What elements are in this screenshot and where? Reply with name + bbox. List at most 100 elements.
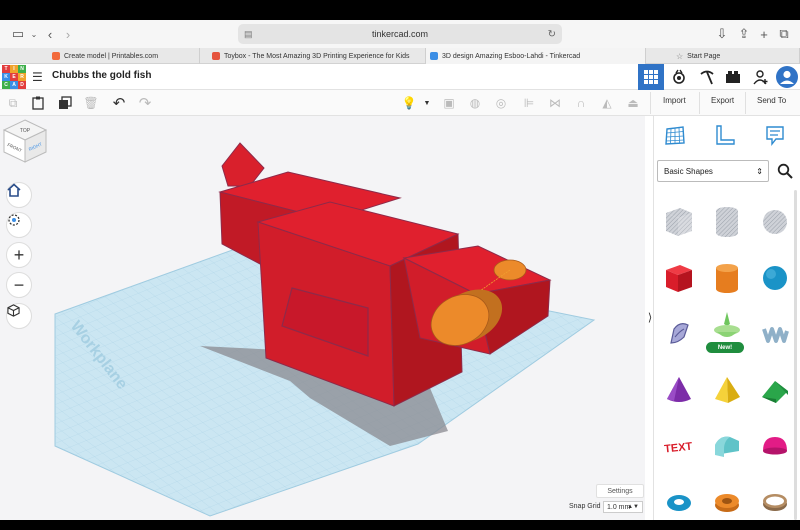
updown-chevron-icon: ⇕ xyxy=(756,166,763,176)
redo-icon[interactable]: ↷ xyxy=(136,94,154,112)
scene-canvas[interactable]: Workplane xyxy=(0,116,645,520)
snap-grid-label: Snap Grid xyxy=(569,503,601,510)
note-icon[interactable]: ▣ xyxy=(440,94,458,112)
tab-label: 3D design Amazing Esboo-Lahdi - Tinkerca… xyxy=(442,52,581,60)
shapes-panel: Basic Shapes ⇕ TEXT New! xyxy=(653,116,800,520)
align-icon[interactable]: ⊫ xyxy=(520,94,538,112)
search-icon[interactable] xyxy=(774,160,796,182)
grid-view-icon[interactable] xyxy=(638,64,664,90)
tail-fin[interactable] xyxy=(221,142,265,187)
tab-label: Toybox - The Most Amazing 3D Printing Ex… xyxy=(224,52,410,60)
import-button[interactable]: Import xyxy=(663,96,686,105)
tab-tinkercad[interactable]: 3D design Amazing Esboo-Lahdi - Tinkerca… xyxy=(426,48,646,64)
text-squiggle-shape[interactable] xyxy=(751,306,799,362)
toybox-favicon-icon xyxy=(212,52,220,60)
text-shape[interactable]: TEXT xyxy=(655,418,703,474)
pickaxe-icon[interactable] xyxy=(694,64,720,90)
profile-avatar-icon[interactable] xyxy=(774,64,800,90)
delete-icon[interactable]: 🗑 xyxy=(82,94,100,112)
ruler-icon[interactable] xyxy=(712,122,738,148)
top-black-bar xyxy=(0,0,800,20)
star-icon: ☆ xyxy=(676,51,684,61)
shape-category-value: Basic Shapes xyxy=(664,166,713,176)
toolbar-divider xyxy=(699,92,700,114)
tab-start-page[interactable]: ☆ Start Page xyxy=(646,48,800,64)
share-icon[interactable]: ⇪ xyxy=(734,24,754,44)
tinkercad-header: TIN KER CAD ☰ Chubbs the gold fish xyxy=(0,64,800,90)
new-badge: New! xyxy=(706,342,744,353)
export-button[interactable]: Export xyxy=(711,96,734,105)
half-cylinder-shape[interactable] xyxy=(703,418,751,474)
new-tab-icon[interactable]: + xyxy=(754,24,774,44)
zoom-in-icon[interactable]: + xyxy=(6,242,32,268)
perspective-icon[interactable] xyxy=(6,303,32,329)
snap-grid-select[interactable]: 1.0 mm ▲▼ xyxy=(603,501,643,513)
group-icon[interactable]: ◍ xyxy=(466,94,484,112)
reload-icon[interactable]: ↻ xyxy=(548,29,556,40)
fit-view-icon[interactable] xyxy=(6,212,32,238)
workplane-grid-icon[interactable] xyxy=(662,122,688,148)
cube-top-label: TOP xyxy=(20,128,31,134)
lego-brick-icon[interactable] xyxy=(720,64,746,90)
sphere-shape[interactable] xyxy=(751,250,799,306)
add-user-icon[interactable] xyxy=(748,64,774,90)
box-hole-shape[interactable] xyxy=(655,194,703,250)
page-icon: ▤ xyxy=(244,28,253,39)
tinkercad-logo[interactable]: TIN KER CAD xyxy=(2,65,26,89)
design-title[interactable]: Chubbs the gold fish xyxy=(52,70,151,81)
sphere-hole-shape[interactable] xyxy=(751,194,799,250)
community-icon[interactable] xyxy=(666,64,692,90)
toolbar-divider xyxy=(745,92,746,114)
tab-label: Create model | Printables.com xyxy=(64,52,159,60)
settings-button[interactable]: Settings xyxy=(596,484,644,498)
zoom-out-icon[interactable]: − xyxy=(6,272,32,298)
send-to-button[interactable]: Send To xyxy=(757,96,786,105)
cruise-icon[interactable]: ◭ xyxy=(598,94,616,112)
back-icon[interactable]: ‹ xyxy=(40,24,60,44)
chevron-down-icon[interactable]: ▼ xyxy=(418,94,436,112)
ungroup-icon[interactable]: ◎ xyxy=(492,94,510,112)
forward-icon[interactable]: › xyxy=(58,24,78,44)
half-sphere-shape[interactable] xyxy=(751,418,799,474)
undo-icon[interactable]: ↶ xyxy=(110,94,128,112)
tab-printables[interactable]: Create model | Printables.com xyxy=(0,48,200,64)
tab-overview-icon[interactable]: ⧉ xyxy=(774,24,794,44)
url-bar[interactable]: ▤ tinkercad.com ↻ xyxy=(238,24,562,44)
toolbar-divider xyxy=(650,92,651,114)
url-text: tinkercad.com xyxy=(371,29,429,39)
printables-favicon-icon xyxy=(52,52,60,60)
edit-toolbar: ⧉ 🗑 ↶ ↷ 💡 ▼ ▣ ◍ ◎ ⊫ ⋈ ∩ ◭ ⏏ Import Expor… xyxy=(0,90,800,116)
magnet-icon[interactable]: ∩ xyxy=(572,94,590,112)
paste-icon[interactable] xyxy=(29,94,47,112)
tinkercad-favicon-icon xyxy=(430,52,438,60)
scribble-shape[interactable] xyxy=(655,306,703,362)
tab-bar: Create model | Printables.com Toybox - T… xyxy=(0,48,800,64)
roof-shape[interactable] xyxy=(751,362,799,418)
cylinder-hole-shape[interactable] xyxy=(703,194,751,250)
view-cube[interactable]: TOP FRONT RIGHT xyxy=(0,116,50,166)
3d-viewport[interactable]: Workplane TOP FRONT RIGHT + − Settings S… xyxy=(0,116,645,520)
tab-label: Start Page xyxy=(687,52,721,60)
tube-shape[interactable] xyxy=(703,474,751,530)
pyramid-shape[interactable] xyxy=(703,362,751,418)
browser-toolbar: ▭ ⌄ ‹ › ▤ tinkercad.com ↻ ⇩ ⇪ + ⧉ xyxy=(0,20,800,48)
workplane-tool-icon[interactable]: ⏏ xyxy=(624,94,642,112)
svg-text:TEXT: TEXT xyxy=(664,441,693,456)
shape-category-select[interactable]: Basic Shapes ⇕ xyxy=(657,160,769,182)
download-icon[interactable]: ⇩ xyxy=(712,24,732,44)
torus-shape[interactable] xyxy=(655,474,703,530)
app-root: ▭ ⌄ ‹ › ▤ tinkercad.com ↻ ⇩ ⇪ + ⧉ Create… xyxy=(0,0,800,520)
home-view-icon[interactable] xyxy=(6,182,32,208)
notes-icon[interactable] xyxy=(762,122,788,148)
lightbulb-icon[interactable]: 💡 xyxy=(400,94,418,112)
box-shape[interactable] xyxy=(655,250,703,306)
mirror-icon[interactable]: ⋈ xyxy=(546,94,564,112)
cylinder-shape[interactable] xyxy=(703,250,751,306)
cone-shape[interactable] xyxy=(655,362,703,418)
design-menu-icon[interactable]: ☰ xyxy=(32,70,46,84)
chevron-down-icon: ▲▼ xyxy=(627,504,639,510)
tab-toybox[interactable]: Toybox - The Most Amazing 3D Printing Ex… xyxy=(200,48,426,64)
duplicate-icon[interactable] xyxy=(56,94,74,112)
copy-icon[interactable]: ⧉ xyxy=(4,94,22,112)
ring-shape[interactable] xyxy=(751,474,799,530)
